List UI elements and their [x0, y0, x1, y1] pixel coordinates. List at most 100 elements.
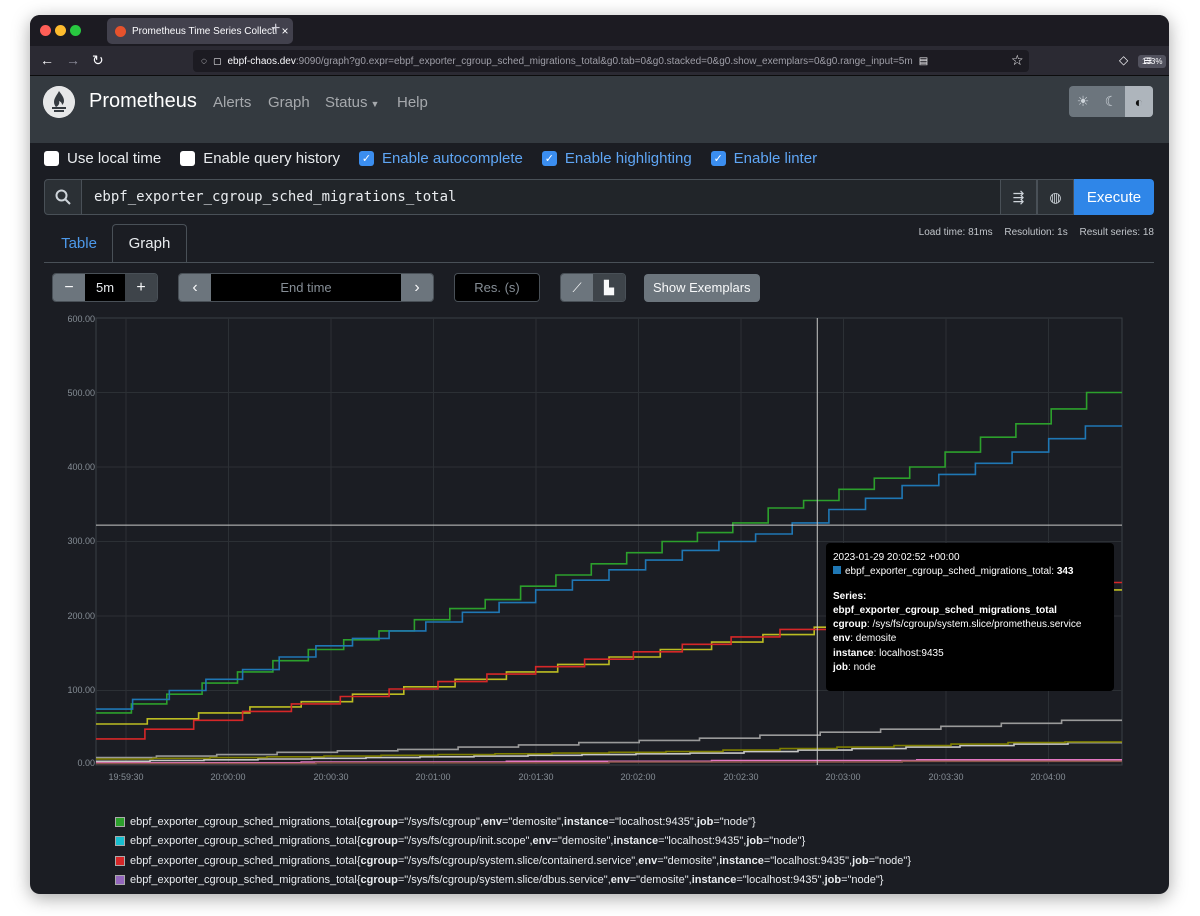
legend-cgroup: "/sys/fs/cgroup/system.slice/dbus.servic… — [404, 874, 608, 887]
legend-instance: "localhost:9435" — [615, 815, 694, 828]
option-linter[interactable]: ✓ Enable linter — [710, 150, 817, 167]
option-highlighting[interactable]: ✓ Enable highlighting — [541, 149, 692, 167]
time-series-chart[interactable] — [95, 317, 1123, 766]
nav-link-status[interactable]: Status ▼ — [325, 94, 379, 111]
option-label: Enable highlighting — [564, 149, 692, 167]
legend-item[interactable]: ebpf_exporter_cgroup_sched_migrations_to… — [115, 871, 911, 891]
prometheus-logo-icon[interactable] — [43, 86, 75, 118]
legend-item[interactable]: ebpf_exporter_cgroup_sched_migrations_to… — [115, 832, 911, 852]
legend-env: "demosite" — [557, 835, 611, 848]
bookmark-star-icon[interactable]: ☆ — [1011, 52, 1024, 69]
label-value: /sys/fs/cgroup/system.slice/prometheus.s… — [872, 619, 1082, 631]
tooltip-time: 2023-01-29 20:02:52 +00:00 — [833, 552, 960, 563]
close-window-icon[interactable] — [40, 25, 51, 36]
series-tooltip: 2023-01-29 20:02:52 +00:00 ebpf_exporter… — [826, 543, 1114, 691]
decrease-range-button[interactable]: − — [53, 274, 85, 301]
label-key: instance — [833, 647, 874, 659]
theme-switcher: ☀ ☾ ◐ — [1069, 86, 1153, 117]
increase-range-button[interactable]: + — [125, 274, 157, 301]
resolution: Resolution: 1s — [1004, 227, 1068, 238]
chevron-right-icon[interactable]: › — [401, 274, 433, 301]
nav-link-help[interactable]: Help — [397, 94, 428, 111]
nav-link-alerts[interactable]: Alerts — [213, 94, 251, 111]
series-line-6 — [96, 741, 1122, 760]
legend-item[interactable]: ebpf_exporter_cgroup_sched_migrations_to… — [115, 851, 911, 871]
tooltip-label-row: job: node — [833, 662, 876, 674]
show-exemplars-button[interactable]: Show Exemplars — [644, 273, 760, 302]
checkbox-icon[interactable] — [180, 150, 196, 166]
checkbox-icon[interactable] — [44, 150, 59, 166]
pocket-icon[interactable]: ◇ — [1119, 52, 1128, 69]
x-tick-label: 20:01:30 — [518, 772, 554, 782]
metrics-explorer-icon[interactable]: ⇶ — [1000, 179, 1037, 215]
execute-button[interactable]: Execute — [1074, 179, 1154, 215]
legend-instance: "localhost:9435" — [742, 874, 822, 887]
checkbox-checked-icon[interactable]: ✓ — [358, 150, 374, 166]
tooltip-label-row: cgroup: /sys/fs/cgroup/system.slice/prom… — [833, 619, 1082, 631]
browser-nav-bar: ← → ↻ ◌ ▢ ebpf-chaos.dev :9090/graph?g0.… — [30, 46, 1169, 76]
option-query-history[interactable]: Enable query history — [180, 150, 340, 167]
option-label: Enable query history — [203, 149, 340, 167]
legend-metric: ebpf_exporter_cgroup_sched_migrations_to… — [130, 854, 361, 867]
legend-env: "demosite" — [636, 874, 689, 887]
chevron-left-icon[interactable]: ‹ — [179, 274, 211, 301]
menu-icon[interactable]: ≡ — [1144, 52, 1152, 69]
lock-icon[interactable]: ▢ — [213, 56, 222, 67]
option-local-time[interactable]: Use local time — [44, 150, 161, 167]
option-label: Enable autocomplete — [381, 149, 523, 167]
zoom-level[interactable]: 133% — [1138, 55, 1167, 68]
x-tick-label: 20:02:30 — [723, 772, 759, 782]
end-time-control: ‹ End time › — [178, 273, 434, 302]
option-autocomplete[interactable]: ✓ Enable autocomplete — [358, 149, 523, 167]
contrast-icon[interactable]: ◐ — [1125, 86, 1153, 117]
browser-tab[interactable]: Prometheus Time Series Collecti × — [107, 18, 293, 44]
checkbox-checked-icon[interactable]: ✓ — [541, 150, 557, 166]
range-control: − 5m + — [52, 273, 158, 302]
label-value: localhost:9435 — [879, 647, 944, 659]
legend-metric: ebpf_exporter_cgroup_sched_migrations_to… — [130, 815, 361, 828]
shield-icon[interactable]: ◌ — [201, 56, 207, 67]
legend-item[interactable]: ebpf_exporter_cgroup_sched_migrations_to… — [115, 812, 911, 832]
reader-view-icon[interactable]: ▤ — [919, 56, 928, 67]
url-bar[interactable]: ◌ ▢ ebpf-chaos.dev :9090/graph?g0.expr=e… — [193, 50, 1167, 72]
globe-icon[interactable]: ◍ — [1037, 179, 1074, 215]
range-input[interactable]: 5m — [85, 274, 125, 301]
label-value: demosite — [855, 633, 897, 645]
brand-title[interactable]: Prometheus — [89, 90, 197, 113]
legend-env: "demosite" — [663, 854, 717, 867]
x-tick-label: 19:59:30 — [108, 772, 144, 782]
minimize-window-icon[interactable] — [55, 25, 66, 36]
resolution-input[interactable]: Res. (s) — [455, 274, 539, 301]
stacked-chart-icon[interactable]: ▙ — [593, 274, 625, 301]
legend-job: "node"} — [875, 854, 912, 867]
new-tab-icon[interactable]: + — [271, 20, 280, 38]
end-time-input[interactable]: End time — [211, 274, 401, 301]
checkbox-checked-icon[interactable]: ✓ — [710, 150, 726, 166]
maximize-window-icon[interactable] — [70, 25, 81, 36]
query-options: Use local time Enable query history ✓ Ena… — [44, 145, 836, 171]
moon-icon[interactable]: ☾ — [1097, 86, 1125, 117]
forward-icon[interactable]: → — [66, 52, 80, 69]
sun-icon[interactable]: ☀ — [1069, 86, 1097, 117]
legend-job: "node"} — [847, 874, 884, 887]
graph-controls: − 5m + ‹ End time › Res. (s) ⟋ ▙ Show Ex… — [52, 273, 760, 302]
back-icon[interactable]: ← — [40, 52, 54, 69]
tooltip-series-name: ebpf_exporter_cgroup_sched_migrations_to… — [833, 604, 1057, 616]
url-host: ebpf-chaos.dev — [227, 55, 296, 67]
expression-input[interactable]: ebpf_exporter_cgroup_sched_migrations_to… — [82, 179, 1000, 215]
tab-table[interactable]: Table — [49, 224, 109, 262]
chart-type-toggle: ⟋ ▙ — [560, 273, 626, 302]
y-tick-label: 400.00 — [67, 462, 95, 472]
tooltip-value: 343 — [1056, 566, 1074, 578]
tab-graph[interactable]: Graph — [112, 224, 187, 262]
y-tick-label: 0.00 — [77, 758, 95, 768]
line-chart-icon[interactable]: ⟋ — [561, 274, 593, 301]
x-tick-label: 20:00:00 — [210, 772, 246, 782]
legend-job: "node"} — [769, 835, 806, 848]
nav-link-graph[interactable]: Graph — [268, 94, 310, 111]
tooltip-label-row: instance: localhost:9435 — [833, 647, 944, 659]
legend-instance: "localhost:9435" — [664, 835, 744, 848]
reload-icon[interactable]: ↻ — [92, 52, 104, 69]
y-tick-label: 200.00 — [67, 611, 95, 621]
tooltip-series-label: Series: — [833, 590, 867, 602]
